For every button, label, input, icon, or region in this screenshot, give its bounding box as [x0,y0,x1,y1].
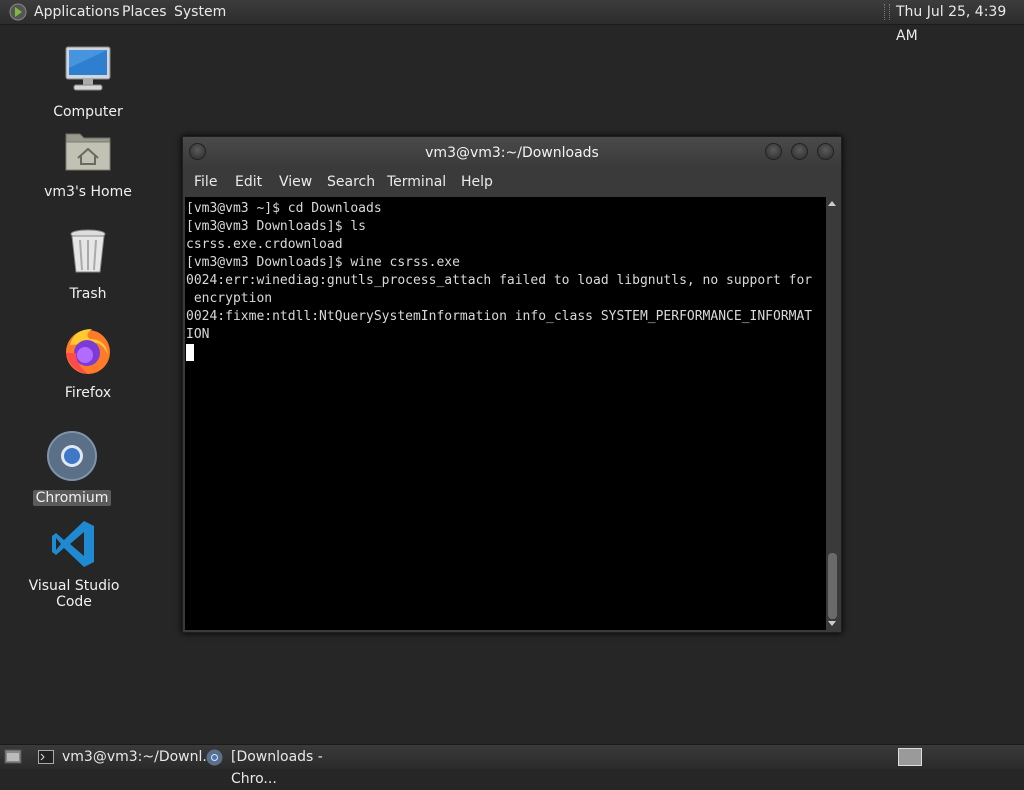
desktop-icon-chromium[interactable]: Chromium [17,430,127,506]
menu-terminal[interactable]: Terminal [387,174,446,190]
show-desktop-icon[interactable] [4,748,22,765]
scroll-up-arrow-icon[interactable] [828,201,836,206]
menu-applications[interactable]: Applications [34,0,120,24]
minimize-button[interactable] [765,143,782,160]
desktop-icon-trash[interactable]: Trash [33,226,143,302]
terminal-line: 0024:fixme:ntdll:NtQuerySystemInformatio… [186,309,813,324]
close-button[interactable] [817,143,834,160]
menu-help[interactable]: Help [461,174,493,190]
scroll-down-arrow-icon[interactable] [828,621,836,626]
bottom-panel: vm3@vm3:~/Downl... [Downloads - Chro... [0,744,1024,787]
text-cursor [186,344,194,361]
applications-logo-icon[interactable] [9,3,27,21]
terminal-output[interactable]: [vm3@vm3 ~]$ cd Downloads [vm3@vm3 Downl… [185,197,826,630]
desktop-icon-firefox[interactable]: Firefox [33,325,143,401]
terminal-window[interactable]: vm3@vm3:~/Downloads File Edit View Searc… [182,136,842,633]
terminal-menubar: File Edit View Search Terminal Help [183,168,841,196]
terminal-line: encryption [186,291,273,306]
desktop-icon-label: Visual Studio Code [28,578,120,610]
desktop-icon-home[interactable]: vm3's Home [33,124,143,200]
terminal-scrollbar[interactable] [826,197,839,630]
taskbar-item-terminal[interactable]: vm3@vm3:~/Downl... [34,746,216,768]
terminal-line: [vm3@vm3 Downloads]$ wine csrss.exe [186,255,460,270]
taskbar-item-chromium[interactable]: [Downloads - Chro... [202,746,372,787]
menu-view[interactable]: View [279,174,312,190]
taskbar-item-label: [Downloads - Chro... [231,749,323,787]
desktop-icon-label: Computer [53,104,123,120]
terminal-line: [vm3@vm3 Downloads]$ ls [186,219,367,234]
trash-icon [70,229,106,273]
vscode-icon [52,521,94,567]
terminal-line: csrss.exe.crdownload [186,237,343,252]
taskbar-item-label: vm3@vm3:~/Downl... [62,749,216,765]
terminal-line: ION [186,327,210,342]
clock-area[interactable]: Thu Jul 25, 4:39 AM [884,0,1024,44]
desktop-icon-label: Firefox [64,385,112,401]
desktop-icon-label: Chromium [32,490,112,506]
menu-edit[interactable]: Edit [235,174,262,190]
chromium-icon [47,431,97,481]
home-folder-icon [65,133,111,171]
scrollbar-thumb[interactable] [828,553,837,619]
desktop-icon-vscode[interactable]: Visual Studio Code [19,518,129,610]
terminal-line: [vm3@vm3 ~]$ cd Downloads [186,201,382,216]
window-menu-button[interactable] [189,143,206,160]
workspace-switcher[interactable] [898,748,922,766]
menu-file[interactable]: File [194,174,217,190]
desktop-icon-computer[interactable]: Computer [33,44,143,120]
window-title: vm3@vm3:~/Downloads [425,145,599,161]
menu-places[interactable]: Places [122,0,167,24]
window-titlebar[interactable]: vm3@vm3:~/Downloads [183,137,841,167]
terminal-line: 0024:err:winediag:gnutls_process_attach … [186,273,813,288]
top-panel: Applications Places System Thu Jul 25, 4… [0,0,1024,44]
maximize-button[interactable] [791,143,808,160]
chromium-icon [206,749,223,766]
menu-search[interactable]: Search [327,174,375,190]
desktop-icon-label: vm3's Home [44,184,132,200]
terminal-icon [38,750,54,764]
computer-icon [65,46,111,91]
clock[interactable]: Thu Jul 25, 4:39 AM [896,4,1006,44]
firefox-icon [66,329,110,374]
terminal-prompt-line [186,344,812,362]
desktop-icon-label: Trash [69,286,107,302]
panel-handle [884,4,890,20]
menu-system[interactable]: System [174,0,226,24]
